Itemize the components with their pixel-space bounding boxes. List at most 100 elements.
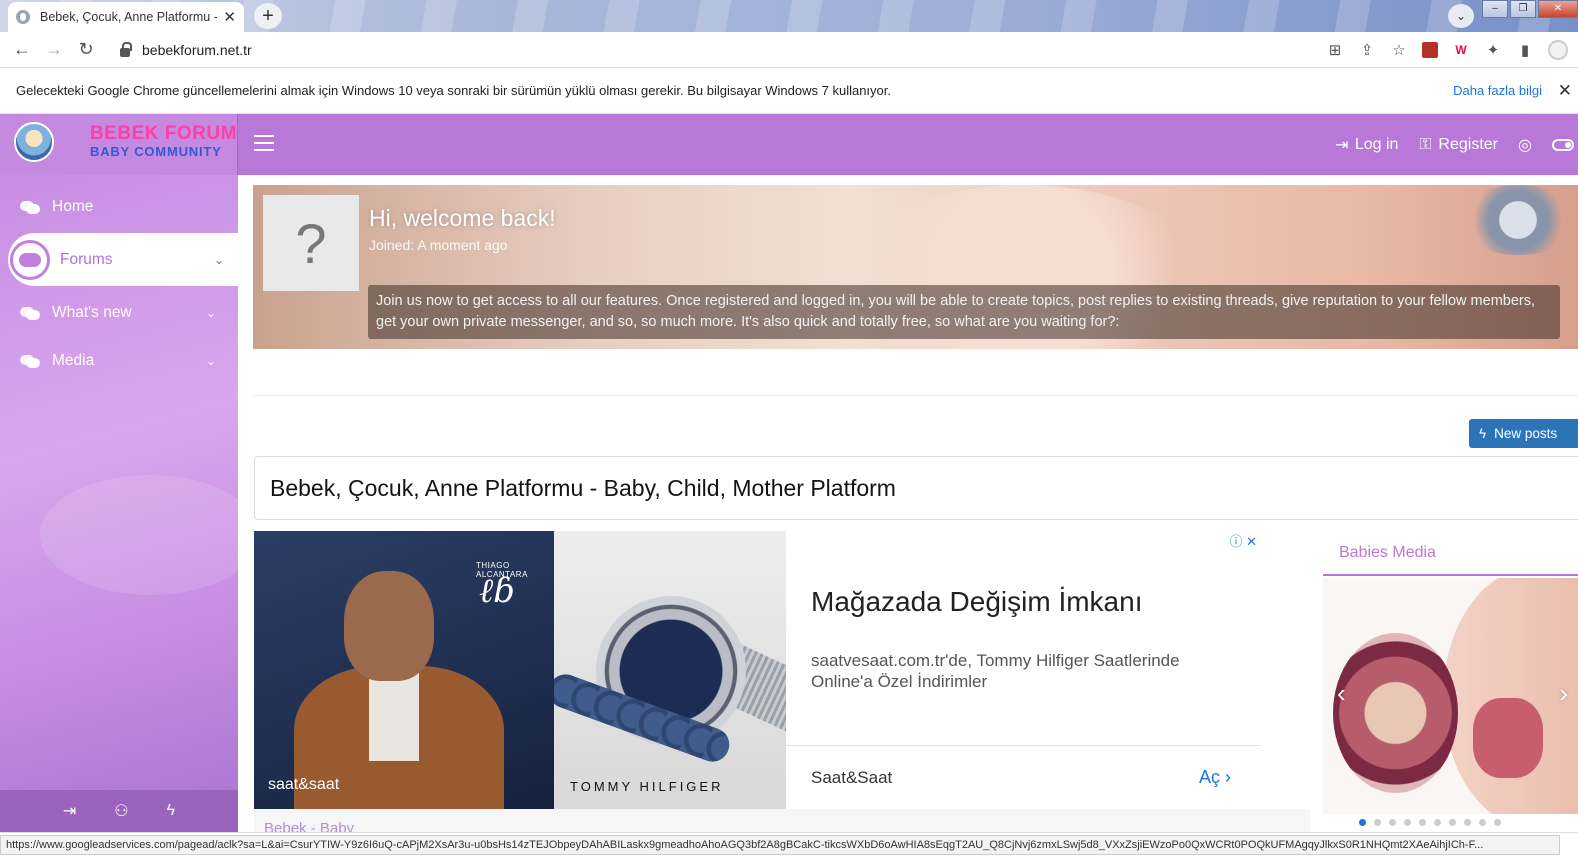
tab-title: Bebek, Çocuk, Anne Platformu - B [40, 10, 218, 24]
chevron-down-icon[interactable]: ⌄ [214, 253, 224, 267]
slider-dot[interactable] [1374, 819, 1381, 826]
status-url: https://www.googleadservices.com/pagead/… [0, 835, 1560, 855]
back-icon[interactable]: ← [6, 39, 38, 60]
address-bar[interactable]: bebekforum.net.tr [108, 35, 1288, 65]
tab-close-icon[interactable]: ✕ [223, 8, 236, 26]
chat-bubbles-icon [20, 199, 42, 215]
site-header: BEBEK FORUM BABY COMMUNITY ⇥ Log in ⚿ Re… [0, 114, 1578, 175]
new-posts-button[interactable]: ϟ New posts [1469, 419, 1578, 448]
header-actions: ⇥ Log in ⚿ Register ◎ [1333, 114, 1578, 175]
welcome-message: Join us now to get access to all our fea… [368, 285, 1560, 339]
ad-headline[interactable]: Mağazada Değişim İmkanı [811, 586, 1142, 618]
palette-icon[interactable]: ◎ [1516, 135, 1534, 155]
infobar-close-icon[interactable]: ✕ [1558, 81, 1572, 101]
login-icon: ⇥ [1335, 136, 1349, 154]
ad-choices-close-icon[interactable]: ⓘ ✕ [1229, 531, 1257, 550]
chrome-update-infobar: Gelecekteki Google Chrome güncellemeleri… [0, 68, 1578, 114]
media-widget-title[interactable]: Babies Media [1323, 531, 1578, 576]
chevron-right-icon[interactable]: › [1559, 678, 1568, 709]
slider-dot[interactable] [1359, 819, 1366, 826]
sidebar-nav: Home Forums ⌄ What's new ⌄ Media ⌄ [0, 175, 238, 832]
slider-dot[interactable] [1404, 819, 1411, 826]
browser-tab-strip: Bebek, Çocuk, Anne Platformu - B ✕ + ⌄ –… [0, 0, 1578, 32]
ad-description[interactable]: saatvesaat.com.tr'de, Tommy Hilfiger Saa… [811, 650, 1231, 692]
sidebar-item-label: Home [52, 197, 94, 215]
chevron-down-icon[interactable]: ⌄ [206, 354, 216, 368]
sidebar-item-label: What's new [52, 303, 132, 321]
login-icon[interactable]: ⇥ [63, 801, 76, 821]
media-slide-image[interactable]: ‹ › [1323, 578, 1578, 814]
slider-dot[interactable] [1434, 819, 1441, 826]
welcome-banner: ? Hi, welcome back! Joined: A moment ago… [253, 185, 1578, 349]
forward-icon[interactable]: → [38, 39, 70, 60]
welcome-joined: Joined: A moment ago [369, 237, 508, 253]
login-link[interactable]: ⇥ Log in [1333, 135, 1399, 155]
welcome-title: Hi, welcome back! [369, 205, 556, 231]
new-tab-button[interactable]: + [254, 3, 282, 29]
lock-icon[interactable] [120, 41, 132, 57]
slider-dots [1359, 819, 1501, 826]
sidebar-item-home[interactable]: Home [0, 180, 238, 233]
slider-dot[interactable] [1479, 819, 1486, 826]
theme-toggle-icon[interactable] [1552, 138, 1574, 151]
site-logo[interactable]: BEBEK FORUM BABY COMMUNITY [0, 114, 238, 175]
minimize-button[interactable]: – [1482, 0, 1508, 18]
chat-bubbles-icon [20, 305, 42, 321]
ad-footer[interactable]: Saat&Saat Aç › [786, 745, 1261, 809]
key-icon: ⚿ [1419, 135, 1432, 153]
share-icon[interactable]: ⇪ [1358, 41, 1376, 59]
sidebar-item-forums[interactable]: Forums ⌄ [8, 233, 238, 286]
browser-tab[interactable]: Bebek, Çocuk, Anne Platformu - B ✕ [8, 2, 244, 32]
sidebar-item-whats-new[interactable]: What's new ⌄ [0, 286, 238, 339]
register-link[interactable]: ⚿ Register [1416, 136, 1498, 154]
lightning-icon[interactable]: ϟ [167, 802, 175, 820]
maximize-button[interactable]: ❐ [1510, 0, 1536, 18]
signature-icon: ℓɓ [479, 571, 515, 611]
address-toolbar: ← → ↻ bebekforum.net.tr ⊞ ⇪ ☆ W ✦ ▮ [0, 32, 1578, 68]
side-panel-icon[interactable]: ▮ [1516, 41, 1534, 59]
reload-icon[interactable]: ↻ [70, 39, 102, 60]
extensions-puzzle-icon[interactable]: ✦ [1484, 41, 1502, 59]
ad-image-watch[interactable]: TOMMY HILFIGER [554, 531, 786, 809]
ad-advertiser: Saat&Saat [811, 767, 893, 787]
chat-bubbles-icon [20, 353, 42, 369]
ad-cta-button[interactable]: Aç › [1199, 767, 1231, 788]
add-user-icon[interactable]: ⚇ [114, 801, 128, 821]
ad-image-person[interactable]: THIAGO ALCANTARA ℓɓ saat&saat [254, 531, 554, 809]
ad-brand-right: TOMMY HILFIGER [570, 779, 724, 794]
logo-icon [14, 122, 54, 162]
register-label: Register [1438, 135, 1498, 153]
menu-hamburger-icon[interactable] [254, 135, 274, 151]
extension-icon[interactable]: W [1452, 43, 1470, 57]
avatar-placeholder: ? [263, 195, 359, 291]
bookmark-star-icon[interactable]: ☆ [1390, 41, 1408, 59]
address-url[interactable]: bebekforum.net.tr [142, 42, 252, 58]
profile-avatar-icon[interactable] [1548, 40, 1568, 60]
extension-icon[interactable] [1422, 42, 1438, 58]
status-bar: https://www.googleadservices.com/pagead/… [0, 832, 1578, 859]
tab-search-icon[interactable]: ⌄ [1448, 4, 1474, 28]
slider-dot[interactable] [1389, 819, 1396, 826]
chat-bubbles-icon [10, 239, 50, 280]
slider-dot[interactable] [1449, 819, 1456, 826]
chevron-down-icon[interactable]: ⌄ [206, 306, 216, 320]
learn-more-link[interactable]: Daha fazla bilgi [1453, 83, 1542, 98]
toolbar-icons: ⊞ ⇪ ☆ W ✦ ▮ [1326, 40, 1568, 60]
window-close-button[interactable]: ✕ [1538, 0, 1578, 18]
translate-icon[interactable]: ⊞ [1326, 41, 1344, 59]
logo-title: BEBEK FORUM [90, 123, 237, 144]
forum-section-header: Bebek - Baby [254, 809, 1310, 832]
lightning-icon: ϟ [1479, 426, 1487, 441]
babies-media-widget: Babies Media ‹ › [1323, 531, 1578, 832]
chevron-left-icon[interactable]: ‹ [1337, 678, 1346, 709]
new-posts-label: New posts [1494, 426, 1558, 441]
site-favicon-icon [16, 10, 30, 24]
slider-dot[interactable] [1464, 819, 1471, 826]
ad-brand-left: saat&saat [268, 776, 340, 793]
slider-dot[interactable] [1494, 819, 1501, 826]
slider-dot[interactable] [1419, 819, 1426, 826]
section-title[interactable]: Bebek - Baby [264, 820, 354, 832]
login-label: Log in [1354, 135, 1399, 153]
sidebar-item-media[interactable]: Media ⌄ [0, 339, 238, 382]
advertisement[interactable]: THIAGO ALCANTARA ℓɓ saat&saat TOMMY HILF… [254, 531, 1261, 809]
